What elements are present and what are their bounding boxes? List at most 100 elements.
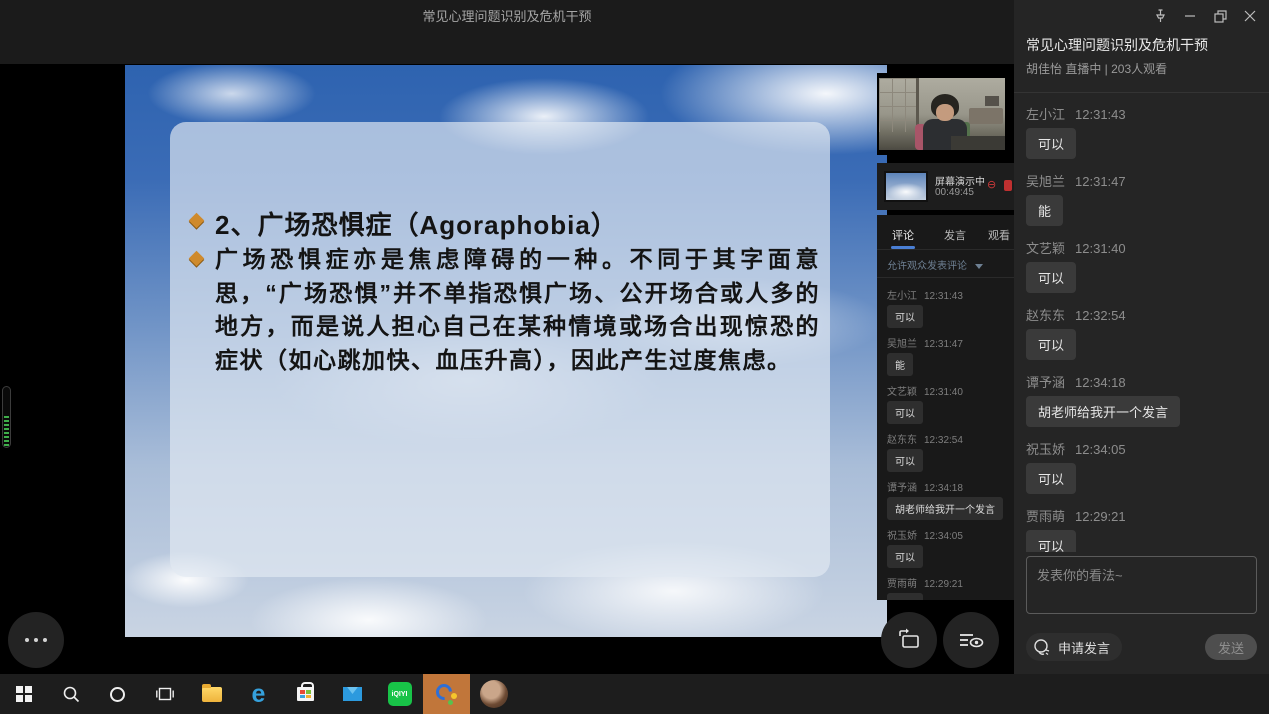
- stream-subtitle: 胡佳怡 直播中 | 203人观看: [1026, 60, 1167, 77]
- message-time: 12:29:21: [1075, 509, 1126, 524]
- sender-name: 左小江: [887, 291, 917, 302]
- store-button[interactable]: [282, 674, 329, 714]
- chat-message: 贾雨萌 12:29:21 可以: [1026, 506, 1258, 552]
- request-speak-label: 申请发言: [1058, 638, 1110, 657]
- stream-title: 常见心理问题识别及危机干预: [1026, 35, 1208, 55]
- list-eye-icon: [957, 627, 985, 653]
- cortana-icon: [110, 687, 125, 702]
- comment-input[interactable]: [1026, 556, 1257, 614]
- send-button[interactable]: 发送: [1205, 634, 1257, 660]
- iqiyi-icon: iQIYI: [388, 682, 412, 706]
- chat-message: 左小江12:31:43 可以: [887, 287, 1014, 328]
- chat-message: 文艺颖12:31:40 可以: [887, 383, 1014, 424]
- mail-envelope-icon: [343, 687, 362, 701]
- allow-comments-dropdown[interactable]: 允许观众发表评论: [887, 257, 983, 272]
- panel-message-list[interactable]: 左小江12:31:43 可以 吴旭兰 12:31:47 能 文艺颖12:31:40…: [887, 287, 1014, 600]
- desk-shelf: [969, 108, 1003, 124]
- sender-name: 赵东东: [1026, 308, 1065, 323]
- chat-message: 谭予涵12:34:18 胡老师给我开一个发言: [1026, 372, 1258, 427]
- task-view-icon: [156, 686, 174, 702]
- tab-comments[interactable]: 评论: [877, 221, 929, 247]
- tab-viewers[interactable]: 观看 · 2: [981, 221, 1014, 247]
- message-bubble: 可以: [887, 449, 923, 472]
- sender-name: 贾雨萌: [887, 579, 917, 590]
- divider: [877, 277, 1014, 278]
- request-speak-button[interactable]: 申请发言: [1026, 633, 1122, 661]
- audio-level-meter: [2, 386, 11, 448]
- message-bubble: 能: [887, 353, 913, 376]
- more-options-button[interactable]: [8, 612, 64, 668]
- edge-icon: e: [252, 682, 266, 707]
- chat-message: 赵东东12:32:54 可以: [887, 431, 1014, 472]
- switch-screen-button[interactable]: [881, 612, 937, 668]
- speaker-person-icon: [1032, 637, 1052, 657]
- chat-message-list[interactable]: 左小江12:31:43 可以 吴旭兰12:31:47 能 文艺颖 12:31:40…: [1026, 104, 1258, 552]
- message-bubble: 能: [1026, 195, 1063, 226]
- window-controls: [1149, 6, 1261, 26]
- classroom-app-button[interactable]: [423, 674, 470, 714]
- message-time: 12:31:47: [924, 339, 963, 350]
- comments-panel: 评论 发言 观看 · 2 允许观众发表评论 左小江12:31:43 可以 吴旭兰…: [877, 215, 1014, 600]
- message-time: 12:31:47: [1075, 174, 1126, 189]
- restore-icon[interactable]: [1209, 6, 1231, 26]
- presentation-slide: 2、广场恐惧症（Agoraphobia） 广场恐惧症亦是焦虑障碍的一种。不同于其…: [125, 65, 887, 637]
- screen-switch-icon: [896, 627, 922, 653]
- sender-name: 谭予涵: [1026, 375, 1065, 390]
- store-bag-icon: [297, 687, 314, 701]
- message-bubble: 可以: [887, 305, 923, 328]
- desk-item: [985, 96, 999, 106]
- divider: [1014, 92, 1269, 93]
- viewer-list-button[interactable]: [943, 612, 999, 668]
- message-time: 12:34:05: [1075, 442, 1126, 457]
- cortana-button[interactable]: [94, 674, 141, 714]
- record-icon[interactable]: [1004, 180, 1012, 191]
- message-time: 12:34:18: [1075, 375, 1126, 390]
- chat-message: 吴旭兰12:31:47 能: [1026, 171, 1258, 226]
- windows-logo-icon: [16, 686, 32, 702]
- edge-button[interactable]: e: [235, 674, 282, 714]
- ellipsis-icon: [25, 638, 47, 642]
- message-time: 12:31:43: [1075, 107, 1126, 122]
- task-view-button[interactable]: [141, 674, 188, 714]
- iqiyi-button[interactable]: iQIYI: [376, 674, 423, 714]
- screen-demo-status: 屏幕演示中 00:49:45 ⊖: [877, 163, 1014, 210]
- screen-demo-thumbnail[interactable]: [884, 171, 928, 202]
- divider: [877, 249, 1014, 250]
- slide-paragraph: 广场恐惧症亦是焦虑障碍的一种。不同于其字面意思，“广场恐惧”并不单指恐惧广场、公…: [215, 243, 820, 377]
- sender-name: 贾雨萌: [1026, 509, 1065, 524]
- message-time: 12:34:18: [924, 483, 963, 494]
- chat-message: 赵东东 12:32:54 可以: [1026, 305, 1258, 360]
- sender-name: 文艺颖: [1026, 241, 1065, 256]
- pin-icon[interactable]: [1149, 6, 1171, 26]
- sender-name: 吴旭兰: [887, 339, 917, 350]
- caret-down-icon: [975, 264, 983, 269]
- avatar: [480, 680, 508, 708]
- file-explorer-button[interactable]: [188, 674, 235, 714]
- message-time: 12:32:54: [1075, 308, 1126, 323]
- message-bubble: 可以: [1026, 329, 1076, 360]
- tab-speak[interactable]: 发言: [929, 221, 981, 247]
- chat-sidebar: 常见心理问题识别及危机干预 胡佳怡 直播中 | 203人观看 左小江12:31:…: [1014, 0, 1269, 674]
- message-bubble: 可以: [1026, 530, 1076, 552]
- chat-message: 左小江12:31:43 可以: [1026, 104, 1258, 159]
- minimize-icon[interactable]: [1179, 6, 1201, 26]
- start-button[interactable]: [0, 674, 47, 714]
- top-bar: 常见心理问题识别及危机干预: [0, 0, 1014, 64]
- user-app-button[interactable]: [470, 674, 517, 714]
- message-bubble: 胡老师给我开一个发言: [887, 497, 1003, 520]
- window-title: 常见心理问题识别及危机干预: [0, 6, 1014, 25]
- sender-name: 文艺颖: [887, 387, 917, 398]
- message-bubble: 可以: [1026, 463, 1076, 494]
- webcam-scene: [879, 78, 1005, 150]
- allow-comments-label: 允许观众发表评论: [887, 261, 967, 272]
- chat-message: 文艺颖12:31:40 可以: [1026, 238, 1258, 293]
- webcam-thumbnail[interactable]: [877, 73, 1014, 155]
- room-window: [879, 78, 919, 132]
- close-icon[interactable]: [1239, 6, 1261, 26]
- chat-message: 祝玉娇12:34:05 可以: [887, 527, 1014, 568]
- screen-demo-label: 屏幕演示中: [935, 173, 985, 188]
- search-button[interactable]: [47, 674, 94, 714]
- stop-share-icon[interactable]: ⊖: [987, 180, 1000, 191]
- mail-button[interactable]: [329, 674, 376, 714]
- message-time: 12:31:40: [1075, 241, 1126, 256]
